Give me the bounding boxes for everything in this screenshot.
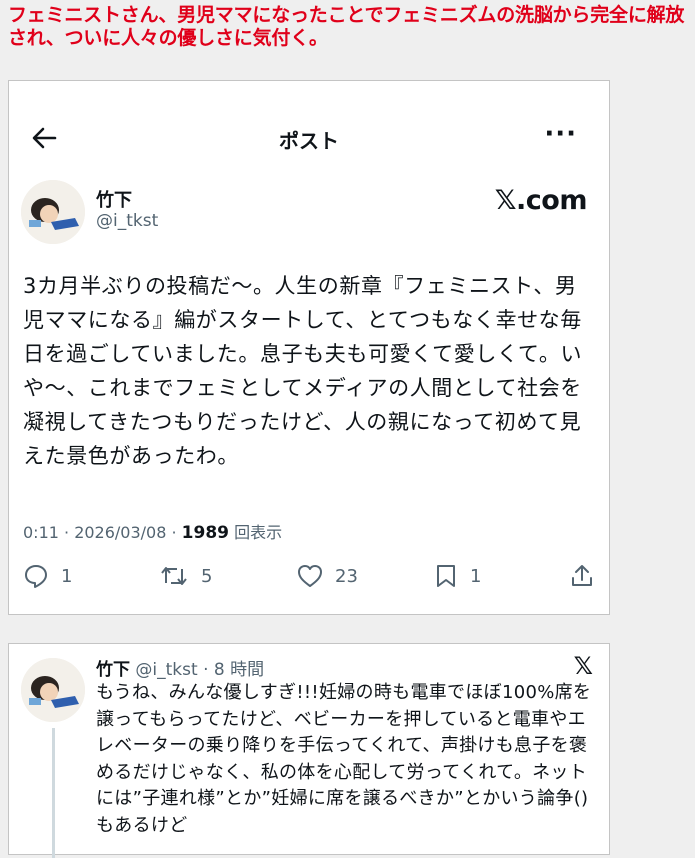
reply-header: 竹下 @i_tkst · 8 時間: [96, 655, 264, 680]
like-button[interactable]: 23: [297, 563, 358, 589]
bookmark-button[interactable]: 1: [434, 563, 481, 589]
reply-button[interactable]: 1: [23, 563, 72, 589]
x-logo: 𝕏.com: [494, 185, 588, 216]
top-nav: ポスト ···: [9, 111, 609, 167]
bookmark-count: 1: [470, 565, 482, 587]
avatar[interactable]: [21, 180, 85, 244]
reply-icon: [25, 565, 47, 588]
action-bar: 1 5 23 1: [9, 563, 609, 593]
reply-count: 1: [61, 565, 73, 587]
page-headline: フェミニストさん、男児ママになったことでフェミニズムの洗脳から完全に解放され、つ…: [8, 4, 685, 49]
author-handle-time[interactable]: @i_tkst · 8 時間: [130, 660, 264, 680]
bookmark-icon: [437, 565, 455, 587]
thread-line: [52, 728, 55, 858]
like-count: 23: [335, 565, 358, 587]
avatar[interactable]: [21, 658, 85, 722]
views-count: 1989: [181, 523, 229, 543]
repost-button[interactable]: 5: [159, 563, 212, 589]
repost-icon: [161, 567, 187, 585]
post-text: 3カ月半ぶりの投稿だ〜。人生の新章『フェミニスト、男児ママになる』編がスタートし…: [23, 274, 583, 468]
views-label: 回表示: [229, 523, 283, 542]
author-name[interactable]: 竹下: [96, 660, 130, 680]
reply-card: 竹下 @i_tkst · 8 時間 𝕏 もうね、みんな優しすぎ!!!妊婦の時も電…: [8, 643, 610, 858]
repost-count: 5: [201, 565, 213, 587]
like-icon: [298, 565, 322, 587]
share-button[interactable]: [569, 563, 595, 589]
share-icon: [572, 565, 592, 586]
post-meta: 0:11 · 2026/03/08 · 1989 回表示: [23, 519, 282, 543]
author-name[interactable]: 竹下: [96, 186, 132, 212]
post-card: ポスト ··· 竹下 @i_tkst 𝕏.com 3カ月半ぶりの投稿だ〜。人生の…: [8, 80, 610, 615]
x-logo: 𝕏: [573, 652, 593, 680]
author-handle[interactable]: @i_tkst: [96, 211, 158, 231]
more-icon[interactable]: ···: [544, 119, 577, 149]
page-title: ポスト: [279, 129, 339, 153]
reply-text: もうね、みんな優しすぎ!!!妊婦の時も電車でほぼ100%席を譲ってもらってたけど…: [96, 682, 592, 836]
post-timestamp: 0:11 · 2026/03/08 ·: [23, 523, 182, 542]
